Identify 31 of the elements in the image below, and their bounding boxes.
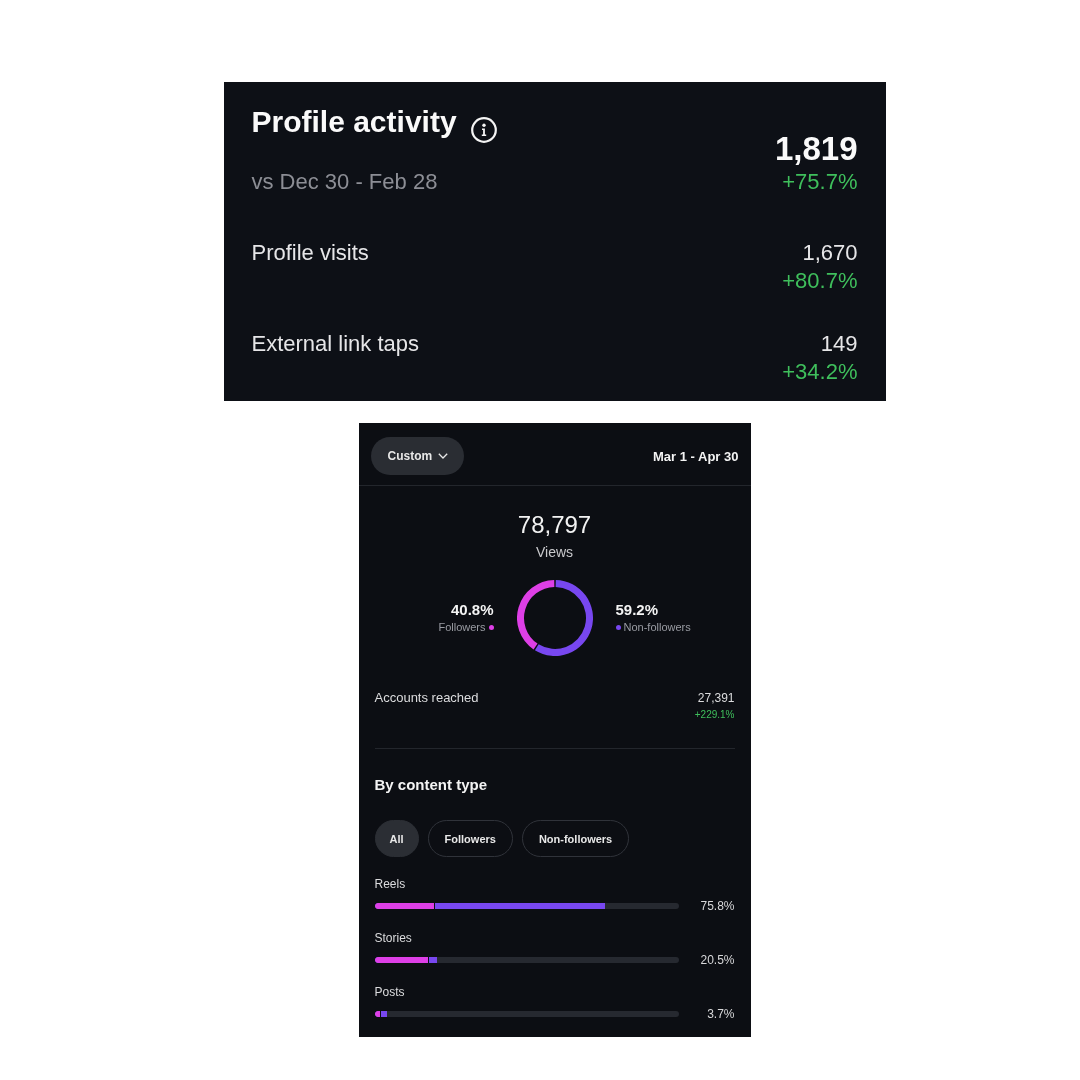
share-percent: 3.7% — [706, 1006, 735, 1022]
filter-chip[interactable]: All — [374, 820, 419, 857]
content-type-label: Posts — [374, 984, 405, 1000]
reach-value: 27,391 — [697, 690, 735, 706]
legend-percent: 59.2% — [615, 601, 659, 619]
change-percent: +75.7% — [782, 168, 858, 196]
content-type-label: Reels — [374, 876, 406, 892]
reach-label: Accounts reached — [374, 690, 479, 706]
views-count: 78,797 — [517, 511, 592, 539]
date-range-label: Mar 1 - Apr 30 — [653, 448, 739, 464]
legend-label: Non-followers — [623, 620, 691, 635]
range-dropdown[interactable]: Custom — [370, 437, 465, 475]
card-title: Profile activity — [251, 104, 457, 140]
content-type-label: Stories — [374, 930, 412, 946]
metric-value: 149 — [820, 330, 858, 358]
share-percent: 20.5% — [699, 952, 735, 968]
metric-value: 1,670 — [802, 239, 858, 267]
change-percent: +80.7% — [782, 267, 858, 295]
legend-label: Followers — [438, 620, 486, 635]
change-percent: +34.2% — [782, 358, 858, 386]
metric-label: External link taps — [251, 330, 420, 358]
change-percent: +229.1% — [694, 708, 735, 722]
section-title: By content type — [374, 775, 487, 795]
views-label: Views — [535, 543, 574, 561]
total-value: 1,819 — [774, 130, 858, 168]
info-icon[interactable] — [470, 117, 497, 143]
comparison-period: vs Dec 30 - Feb 28 — [251, 168, 439, 196]
chevron-down-icon — [438, 453, 449, 459]
legend-percent: 40.8% — [450, 601, 494, 619]
share-percent: 75.8% — [699, 898, 735, 914]
metric-label: Profile visits — [251, 239, 369, 267]
